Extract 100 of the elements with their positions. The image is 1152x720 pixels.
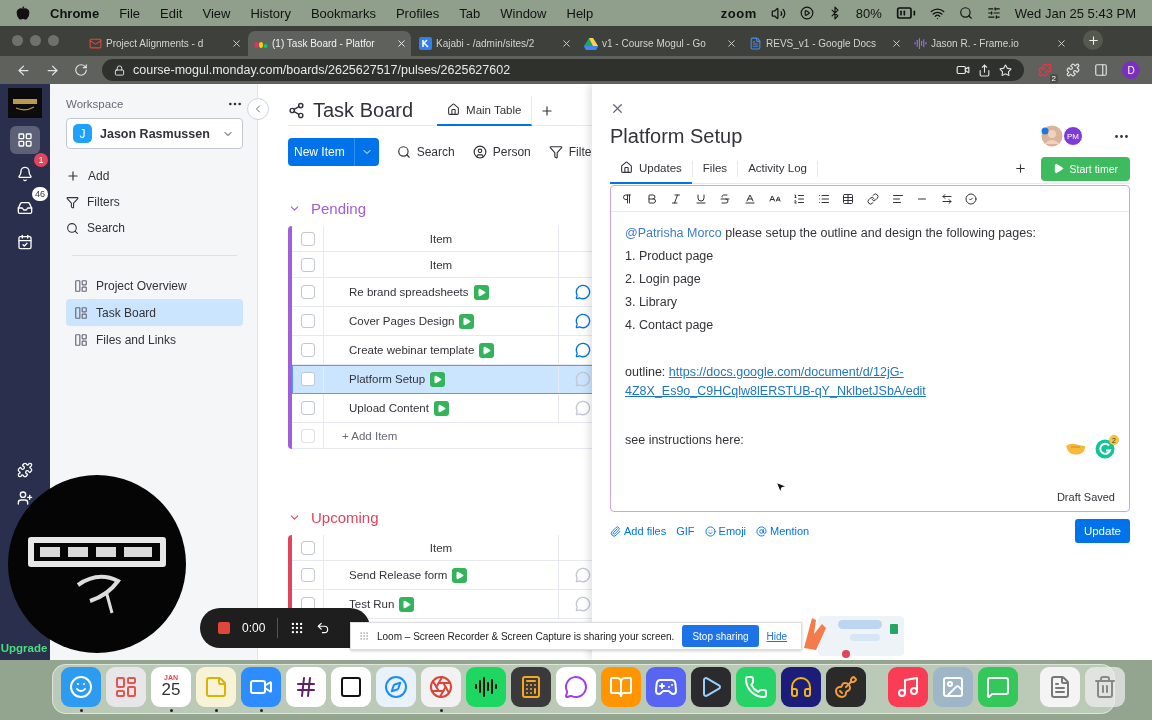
stop-sharing-button[interactable]: Stop sharing xyxy=(682,625,759,647)
menu-item[interactable]: Bookmarks xyxy=(310,5,376,21)
upgrade-link[interactable]: Upgrade xyxy=(0,642,48,654)
puzzle-icon[interactable] xyxy=(17,462,33,478)
numbered-list-icon[interactable] xyxy=(793,192,806,205)
browser-tab[interactable]: REVS_v1 - Google Docs xyxy=(743,31,906,56)
extensions-icon[interactable] xyxy=(1066,63,1080,77)
workspace-action[interactable]: Filters xyxy=(66,189,243,215)
close-icon[interactable] xyxy=(1056,38,1067,49)
wifi-icon[interactable] xyxy=(929,5,945,21)
back-icon[interactable] xyxy=(16,62,31,78)
updates-icon[interactable] xyxy=(575,313,591,329)
italic-icon[interactable] xyxy=(670,192,683,205)
volume-icon[interactable] xyxy=(770,5,786,21)
calendar-icon[interactable] xyxy=(17,234,33,250)
editor-action[interactable]: GIF xyxy=(676,525,695,537)
clock[interactable]: Wed Jan 25 5:43 PM xyxy=(1014,5,1136,21)
text-direction-icon[interactable] xyxy=(940,192,953,205)
browser-tab[interactable]: Project Alignments - d xyxy=(83,31,246,56)
hide-link[interactable]: Hide xyxy=(766,630,788,642)
workspace-action[interactable]: Search xyxy=(66,215,243,241)
checkbox[interactable] xyxy=(300,372,315,386)
text-color-icon[interactable] xyxy=(743,192,756,205)
inbox-icon[interactable] xyxy=(17,200,33,216)
update-editor[interactable] xyxy=(610,185,1130,512)
stop-recording-icon[interactable] xyxy=(218,622,230,634)
group-title[interactable]: Upcoming xyxy=(311,508,379,526)
item-name[interactable]: Upload Content xyxy=(349,402,429,414)
side-panel-icon[interactable] xyxy=(1094,63,1108,77)
checkbox[interactable] xyxy=(300,343,315,357)
checkbox[interactable] xyxy=(300,540,315,555)
toolbar-item[interactable]: Person xyxy=(472,145,531,159)
item-row[interactable]: Send Release form xyxy=(292,561,592,590)
close-icon[interactable] xyxy=(726,38,737,49)
logo-icon[interactable] xyxy=(8,88,42,118)
menu-item[interactable]: Help xyxy=(566,5,594,21)
paragraph-icon[interactable] xyxy=(621,192,633,205)
close-icon[interactable] xyxy=(231,38,242,49)
item-name[interactable]: Cover Pages Design xyxy=(349,315,455,327)
view-tab[interactable]: Main Table xyxy=(437,95,533,126)
user-avatar[interactable]: PM xyxy=(1063,126,1083,146)
undo-icon[interactable] xyxy=(316,621,331,635)
item-name[interactable]: Send Release form xyxy=(349,569,448,581)
menu-item[interactable]: Edit xyxy=(160,5,183,21)
grid-icon[interactable] xyxy=(17,132,33,148)
avatar-icon[interactable] xyxy=(1041,125,1063,147)
browser-tab[interactable]: Kajabi - /admin/sites/2 xyxy=(413,31,576,56)
menu-item[interactable]: File xyxy=(119,5,141,21)
browser-tab[interactable]: Jason R. - Frame.io xyxy=(908,31,1071,56)
close-icon[interactable] xyxy=(396,38,407,49)
font-size-icon[interactable] xyxy=(768,192,781,205)
checkbox[interactable] xyxy=(300,285,315,299)
checkbox[interactable] xyxy=(300,314,315,328)
control-center-icon[interactable] xyxy=(986,6,1001,20)
add-tab-icon[interactable] xyxy=(1013,162,1027,175)
board-link[interactable]: Task Board xyxy=(66,299,243,326)
item-name[interactable]: Platform Setup xyxy=(349,373,426,385)
reload-icon[interactable] xyxy=(74,63,88,77)
add-user-icon[interactable] xyxy=(17,490,33,506)
board-link[interactable]: Files and Links xyxy=(66,326,243,353)
item-row[interactable]: Re brand spreadsheets xyxy=(292,278,592,307)
browser-tab[interactable]: (1) Task Board - Platfor xyxy=(248,31,411,56)
check-circle-icon[interactable] xyxy=(965,192,978,205)
new-item-button[interactable]: New Item xyxy=(288,138,379,166)
profile-avatar[interactable]: D xyxy=(1122,61,1140,79)
item-row[interactable]: Upload Content xyxy=(292,394,592,423)
browser-app-icon[interactable] xyxy=(421,666,461,712)
workspace-action[interactable]: Add xyxy=(66,163,243,189)
editor-action[interactable]: Mention xyxy=(756,525,810,537)
share-icon[interactable] xyxy=(978,63,991,77)
item-name[interactable]: Create webinar template xyxy=(349,344,475,356)
app-menu[interactable]: Chrome xyxy=(50,5,100,21)
grammar-checker-icon[interactable] xyxy=(1095,439,1115,459)
toolbar-item[interactable]: Search xyxy=(396,145,455,159)
search-icon[interactable] xyxy=(958,6,973,20)
bookmark-star-icon[interactable] xyxy=(999,63,1012,77)
video-camera-app-icon[interactable] xyxy=(241,666,281,712)
updates-icon[interactable] xyxy=(575,342,591,358)
bullet-list-icon[interactable] xyxy=(817,192,830,205)
editor-action[interactable]: Add files xyxy=(610,525,667,537)
zoom-status-label[interactable]: zoom xyxy=(720,5,757,21)
item-name[interactable]: Test Run xyxy=(349,598,395,610)
drag-handle-icon[interactable] xyxy=(359,631,369,641)
apple-icon[interactable] xyxy=(16,6,30,20)
toolbar-item[interactable]: Filte xyxy=(548,145,592,159)
item-row[interactable]: Platform Setup xyxy=(292,365,592,394)
bold-icon[interactable] xyxy=(645,192,658,205)
item-name[interactable]: Re brand spreadsheets xyxy=(349,286,469,298)
smiley-app-icon[interactable] xyxy=(61,666,101,712)
checkbox[interactable] xyxy=(300,401,315,415)
menu-item[interactable]: Window xyxy=(500,5,547,21)
outline-link-text[interactable]: outline: https://docs.google.com/document/d/12jG-4Z8X_Es9o_C9HCqlw8lERSTUB-qY_NklbetJSbA/edit xyxy=(625,363,943,401)
item-row[interactable]: Cover Pages Design xyxy=(292,307,592,336)
menu-item[interactable]: View xyxy=(202,5,231,21)
strikethrough-icon[interactable] xyxy=(719,192,732,205)
checkbox[interactable] xyxy=(300,568,315,582)
add-item-link[interactable]: + Add Item xyxy=(324,423,559,448)
workspace-dropdown[interactable]: J Jason Rasmussen xyxy=(66,118,243,149)
item-row[interactable]: Create webinar template xyxy=(292,336,592,365)
checkbox[interactable] xyxy=(300,257,315,272)
